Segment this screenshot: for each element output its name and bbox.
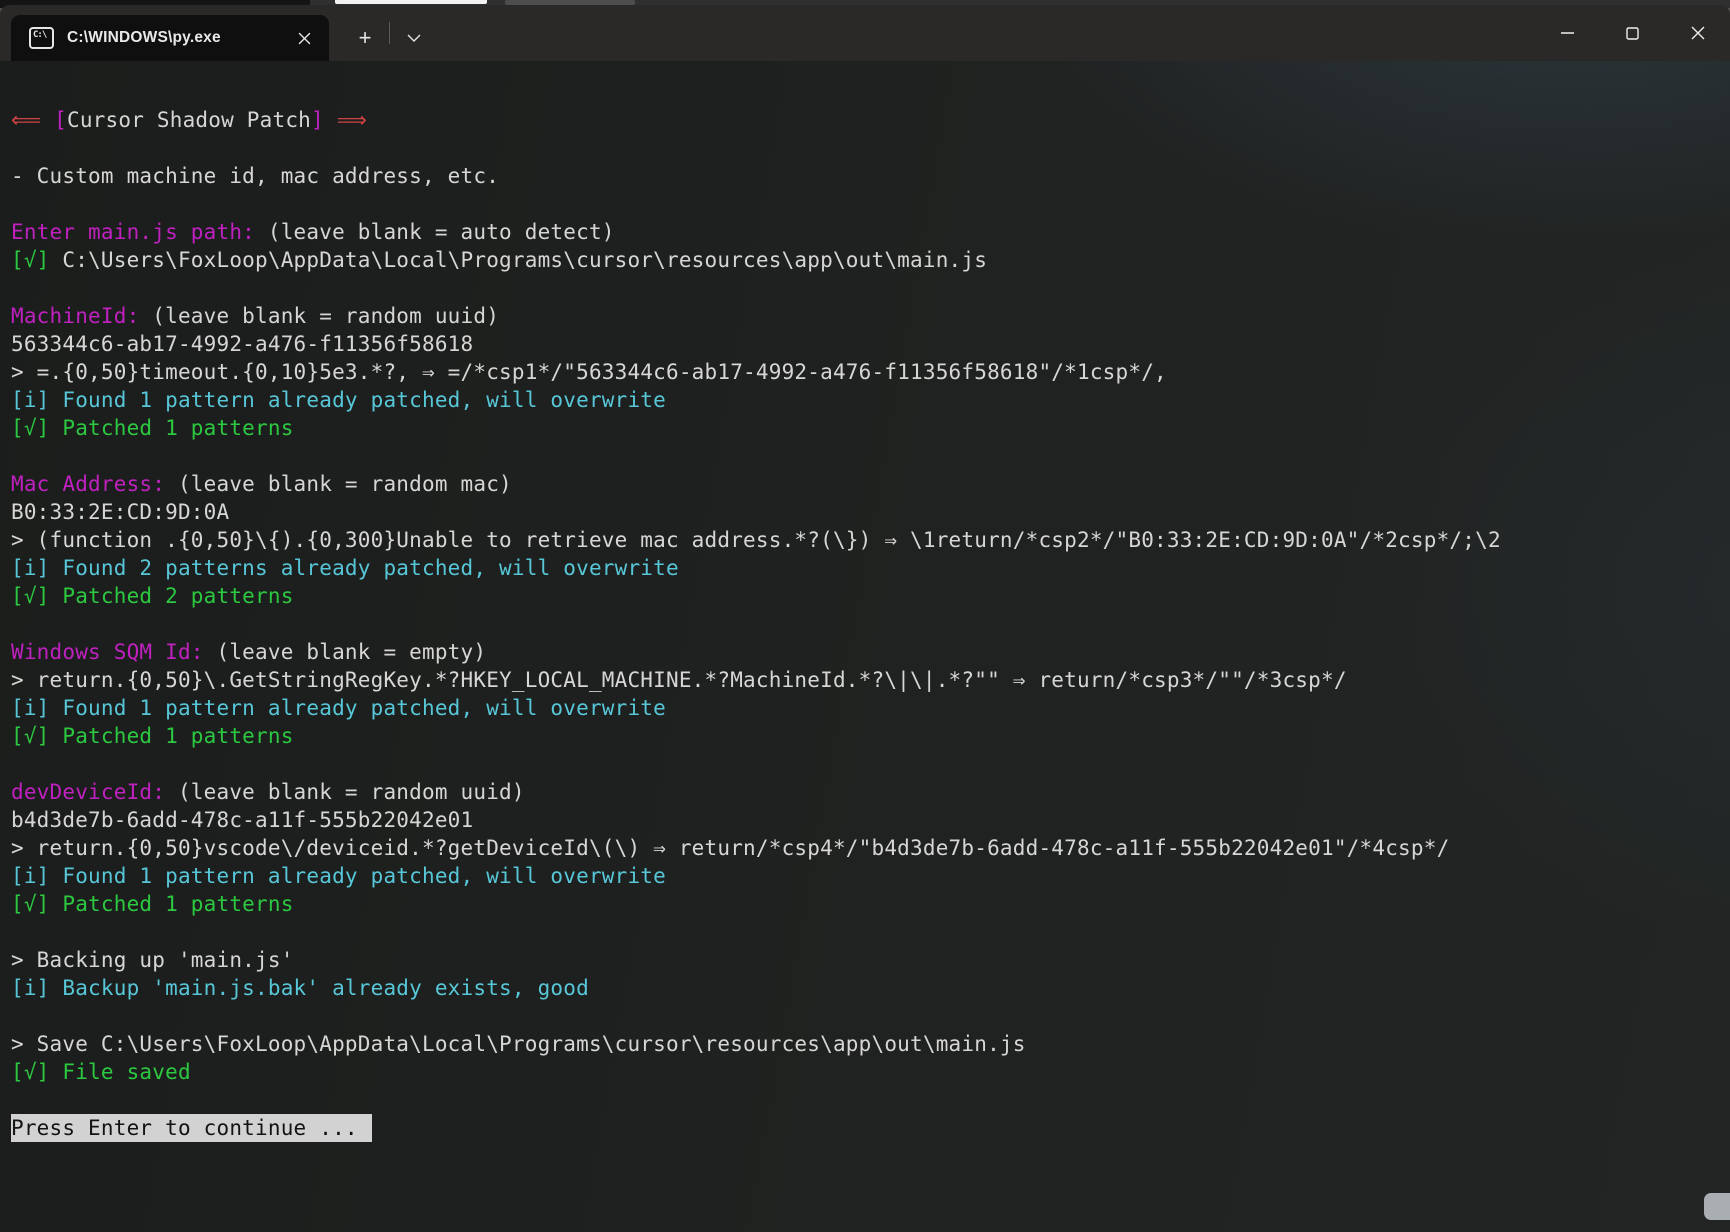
- command-prompt-icon: C:\: [29, 27, 54, 49]
- terminal-line-32: [i] Backup 'main.js.bak' already exists,…: [11, 974, 1730, 1002]
- new-tab-button[interactable]: +: [343, 15, 387, 61]
- terminal-text-span: [: [54, 108, 67, 132]
- terminal-line-18: [√] Patched 2 patterns: [11, 582, 1730, 610]
- terminal-line-13: [11, 442, 1730, 470]
- terminal-text-span: - Custom machine id, mac address, etc.: [11, 164, 499, 188]
- tab-dropdown-button[interactable]: [392, 15, 436, 61]
- terminal-line-15: B0:33:2E:CD:9D:0A: [11, 498, 1730, 526]
- terminal-text-span: [√] Patched 1 patterns: [11, 724, 294, 748]
- terminal-line-28: [i] Found 1 pattern already patched, wil…: [11, 862, 1730, 890]
- terminal-text-span: 563344c6-ab17-4992-a476-f11356f58618: [11, 332, 473, 356]
- titlebar: C:\ C:\WINDOWS\py.exe +: [0, 5, 1730, 61]
- minimize-button[interactable]: [1535, 5, 1600, 61]
- terminal-text-span: B0:33:2E:CD:9D:0A: [11, 500, 229, 524]
- terminal-text-span: Enter main.js path:: [11, 220, 255, 244]
- terminal-line-12: [√] Patched 1 patterns: [11, 414, 1730, 442]
- terminal-text-span: ⟸: [11, 108, 54, 132]
- terminal-text-span: > return.{0,50}\.GetStringRegKey.*?HKEY_…: [11, 668, 1347, 692]
- terminal-window: C:\ C:\WINDOWS\py.exe +: [0, 5, 1730, 1232]
- terminal-line-19: [11, 610, 1730, 638]
- tabbar-separator: [389, 22, 390, 44]
- terminal-line-9: 563344c6-ab17-4992-a476-f11356f58618: [11, 330, 1730, 358]
- terminal-line-10: > =.{0,50}timeout.{0,10}5e3.*?, ⇒ =/*csp…: [11, 358, 1730, 386]
- terminal-screen[interactable]: ⟸ [Cursor Shadow Patch] ⟹ - Custom machi…: [0, 61, 1730, 1232]
- terminal-text-span: [i] Found 1 pattern already patched, wil…: [11, 388, 666, 412]
- terminal-line-26: b4d3de7b-6add-478c-a11f-555b22042e01: [11, 806, 1730, 834]
- terminal-line-2: [11, 134, 1730, 162]
- tab-py-exe[interactable]: C:\ C:\WINDOWS\py.exe: [11, 15, 329, 61]
- terminal-text-span: (leave blank = random mac): [165, 472, 512, 496]
- terminal-line-7: [11, 274, 1730, 302]
- terminal-text-span: [i] Backup 'main.js.bak' already exists,…: [11, 976, 589, 1000]
- terminal-line-4: [11, 190, 1730, 218]
- terminal-text-span: [i] Found 2 patterns already patched, wi…: [11, 556, 679, 580]
- terminal-text-span: MachineId:: [11, 304, 139, 328]
- terminal-line-11: [i] Found 1 pattern already patched, wil…: [11, 386, 1730, 414]
- terminal-text-span: Cursor Shadow Patch: [67, 108, 311, 132]
- terminal-text-span: Mac Address:: [11, 472, 165, 496]
- window-controls: [1535, 5, 1730, 61]
- terminal-text-span: > return.{0,50}vscode\/deviceid.*?getDev…: [11, 836, 1449, 860]
- terminal-line-1: ⟸ [Cursor Shadow Patch] ⟹: [11, 106, 1730, 134]
- terminal-line-5: Enter main.js path: (leave blank = auto …: [11, 218, 1730, 246]
- close-button[interactable]: [1665, 5, 1730, 61]
- terminal-line-6: [√] C:\Users\FoxLoop\AppData\Local\Progr…: [11, 246, 1730, 274]
- terminal-line-8: MachineId: (leave blank = random uuid): [11, 302, 1730, 330]
- terminal-line-35: [√] File saved: [11, 1058, 1730, 1086]
- terminal-text-span: [√] Patched 1 patterns: [11, 892, 294, 916]
- terminal-line-25: devDeviceId: (leave blank = random uuid): [11, 778, 1730, 806]
- press-enter-prompt: Press Enter to continue ...: [11, 1114, 372, 1142]
- terminal-line-14: Mac Address: (leave blank = random mac): [11, 470, 1730, 498]
- tab-title: C:\WINDOWS\py.exe: [67, 29, 221, 47]
- terminal-line-17: [i] Found 2 patterns already patched, wi…: [11, 554, 1730, 582]
- terminal-line-20: Windows SQM Id: (leave blank = empty): [11, 638, 1730, 666]
- terminal-text-span: (leave blank = auto detect): [255, 220, 615, 244]
- terminal-text-span: [√] File saved: [11, 1060, 191, 1084]
- terminal-line-30: [11, 918, 1730, 946]
- terminal-text-span: [√]: [11, 248, 50, 272]
- background-window-tab-indicator: [335, 0, 487, 4]
- terminal-line-27: > return.{0,50}vscode\/deviceid.*?getDev…: [11, 834, 1730, 862]
- terminal-text-span: ⟹: [324, 108, 367, 132]
- terminal-text-span: Windows SQM Id:: [11, 640, 204, 664]
- terminal-line-24: [11, 750, 1730, 778]
- terminal-text-span: (leave blank = random uuid): [139, 304, 499, 328]
- terminal-line-31: > Backing up 'main.js': [11, 946, 1730, 974]
- terminal-line-22: [i] Found 1 pattern already patched, wil…: [11, 694, 1730, 722]
- terminal-text-span: [i] Found 1 pattern already patched, wil…: [11, 864, 666, 888]
- terminal-text-span: ]: [311, 108, 324, 132]
- terminal-text-span: (leave blank = empty): [204, 640, 487, 664]
- maximize-button[interactable]: [1600, 5, 1665, 61]
- tab-close-icon[interactable]: [291, 25, 317, 51]
- terminal-line-36: [11, 1086, 1730, 1114]
- terminal-line-29: [√] Patched 1 patterns: [11, 890, 1730, 918]
- terminal-line-33: [11, 1002, 1730, 1030]
- terminal-text-span: [√] Patched 2 patterns: [11, 584, 294, 608]
- terminal-line-37: Press Enter to continue ...: [11, 1114, 1730, 1142]
- terminal-text-span: C:\Users\FoxLoop\AppData\Local\Programs\…: [50, 248, 988, 272]
- terminal-text-span: (leave blank = random uuid): [165, 780, 525, 804]
- terminal-text-span: devDeviceId:: [11, 780, 165, 804]
- terminal-text-span: > =.{0,50}timeout.{0,10}5e3.*?, ⇒ =/*csp…: [11, 360, 1167, 384]
- terminal-line-3: - Custom machine id, mac address, etc.: [11, 162, 1730, 190]
- terminal-text-span: [√] Patched 1 patterns: [11, 416, 294, 440]
- terminal-line-21: > return.{0,50}\.GetStringRegKey.*?HKEY_…: [11, 666, 1730, 694]
- terminal-line-16: > (function .{0,50}\{).{0,300}Unable to …: [11, 526, 1730, 554]
- terminal-text-span: > Backing up 'main.js': [11, 948, 294, 972]
- terminal-line-34: > Save C:\Users\FoxLoop\AppData\Local\Pr…: [11, 1030, 1730, 1058]
- background-window-corner: [1704, 1193, 1730, 1220]
- terminal-text-span: [i] Found 1 pattern already patched, wil…: [11, 696, 666, 720]
- terminal-text-span: > (function .{0,50}\{).{0,300}Unable to …: [11, 528, 1501, 552]
- terminal-text-span: > Save C:\Users\FoxLoop\AppData\Local\Pr…: [11, 1032, 1026, 1056]
- terminal-line-23: [√] Patched 1 patterns: [11, 722, 1730, 750]
- terminal-text-span: b4d3de7b-6add-478c-a11f-555b22042e01: [11, 808, 473, 832]
